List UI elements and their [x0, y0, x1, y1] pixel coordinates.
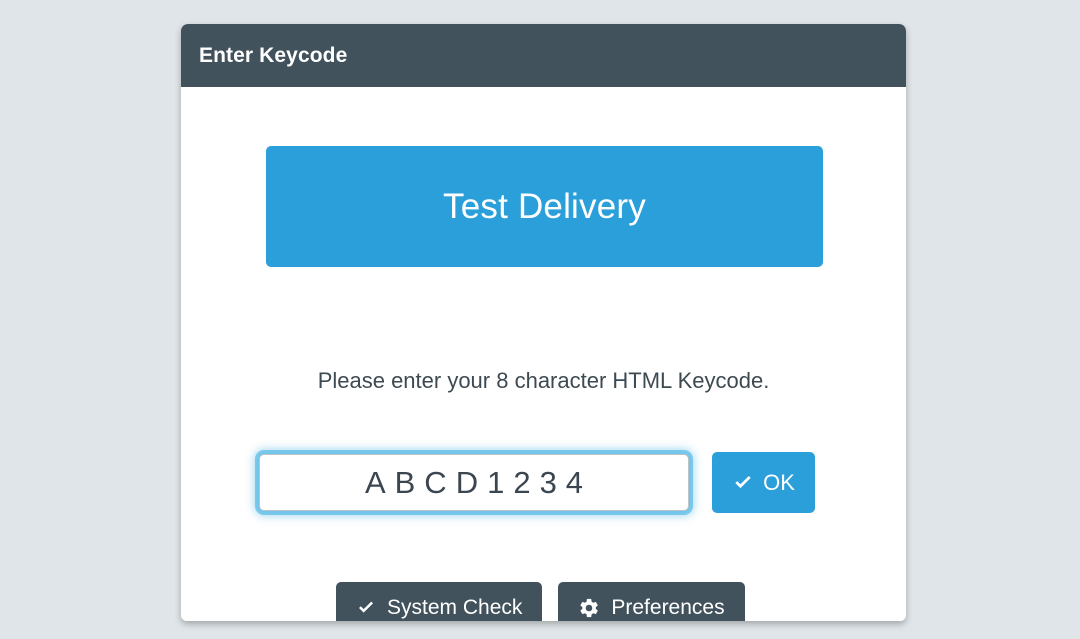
test-delivery-banner[interactable]: Test Delivery	[266, 146, 823, 267]
preferences-button[interactable]: Preferences	[558, 582, 745, 621]
system-check-button[interactable]: System Check	[336, 582, 543, 621]
dialog-header: Enter Keycode	[181, 24, 906, 87]
keycode-dialog: Enter Keycode Test Delivery Please enter…	[181, 24, 906, 621]
dialog-title: Enter Keycode	[199, 43, 348, 67]
screen: Enter Keycode Test Delivery Please enter…	[0, 0, 1080, 639]
action-buttons: System Check Preferences	[336, 582, 745, 621]
ok-button-label: OK	[763, 469, 795, 495]
keycode-row: OK	[259, 452, 815, 513]
preferences-button-label: Preferences	[611, 595, 725, 619]
gear-icon	[578, 597, 600, 619]
check-icon	[356, 598, 376, 618]
ok-button[interactable]: OK	[712, 452, 815, 513]
instruction-text: Please enter your 8 character HTML Keyco…	[317, 368, 770, 393]
test-delivery-banner-label: Test Delivery	[443, 186, 646, 226]
dialog-body: Test Delivery Please enter your 8 charac…	[181, 87, 906, 621]
keycode-input[interactable]	[259, 454, 689, 511]
system-check-button-label: System Check	[387, 595, 523, 619]
check-icon	[732, 472, 754, 494]
